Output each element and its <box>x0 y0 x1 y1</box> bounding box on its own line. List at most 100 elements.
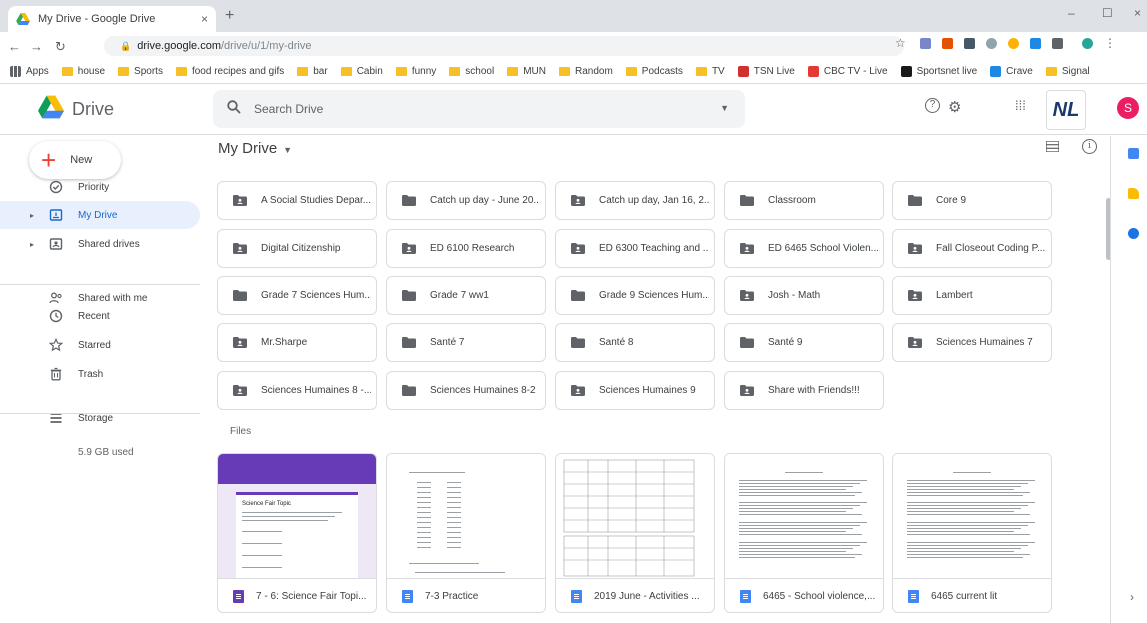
bookmark-item[interactable]: Cabin <box>340 66 383 77</box>
bookmark-star-icon[interactable]: ☆ <box>895 36 906 50</box>
thumbnail-text-line <box>242 543 282 544</box>
folder-item[interactable]: Share with Friends!!! <box>724 371 884 410</box>
new-tab-button[interactable]: + <box>225 7 234 25</box>
bookmark-item[interactable]: Crave <box>990 66 1033 77</box>
bookmark-item[interactable]: Random <box>558 66 613 77</box>
bookmark-item[interactable]: TV <box>695 66 725 77</box>
drive-logo-text[interactable]: Drive <box>72 99 114 120</box>
tasks-icon[interactable] <box>1128 228 1139 239</box>
folder-item[interactable]: Josh - Math <box>724 276 884 315</box>
profile-icon[interactable] <box>1082 37 1093 49</box>
info-icon[interactable]: i <box>1082 139 1097 154</box>
folder-item[interactable]: ED 6100 Research <box>386 229 546 268</box>
keep-icon[interactable] <box>1128 188 1139 199</box>
folder-item[interactable]: Sciences Humaines 9 <box>555 371 715 410</box>
thumbnail-text-line <box>447 517 461 518</box>
thumbnail-text-line <box>907 514 1030 515</box>
folder-item[interactable]: Core 9 <box>892 181 1052 220</box>
file-card[interactable]: Science Fair Topic 7 - 6: Science Fair To… <box>217 453 377 613</box>
calendar-icon[interactable] <box>1128 148 1139 159</box>
bookmark-item[interactable]: Podcasts <box>625 66 683 77</box>
bookmark-item[interactable]: Apps <box>10 66 49 77</box>
file-card[interactable]: 2019 June - Activities ... <box>555 453 715 613</box>
search-icon[interactable] <box>227 100 241 114</box>
bookmark-item[interactable]: bar <box>297 66 328 77</box>
bookmark-item[interactable]: food recipes and gifs <box>175 66 284 77</box>
folder-item[interactable]: Mr.Sharpe <box>217 323 377 362</box>
bookmark-item[interactable]: school <box>449 66 494 77</box>
page-title[interactable]: My Drive ▼ <box>218 140 292 157</box>
tab-close-icon[interactable]: × <box>201 12 208 26</box>
browser-menu-icon[interactable]: ⋮ <box>1104 36 1116 50</box>
help-icon[interactable]: ? <box>925 98 940 113</box>
sidebar-item-my-drive[interactable]: ▸ My Drive <box>0 201 200 229</box>
extension-icon[interactable] <box>942 37 953 49</box>
folder-item[interactable]: Digital Citizenship <box>217 229 377 268</box>
avatar[interactable]: S <box>1117 97 1139 119</box>
sidebar-item-storage[interactable]: Storage <box>0 404 200 432</box>
organization-logo[interactable]: NL <box>1046 90 1086 130</box>
folder-item[interactable]: Sciences Humaines 7 <box>892 323 1052 362</box>
bookmark-item[interactable]: Signal <box>1045 66 1090 77</box>
search-bar[interactable]: Search Drive ▼ <box>213 90 745 128</box>
folder-item[interactable]: ED 6300 Teaching and ... <box>555 229 715 268</box>
file-card[interactable]: 7-3 Practice <box>386 453 546 613</box>
sidebar-item-trash[interactable]: Trash <box>0 360 200 388</box>
folder-item[interactable]: Sciences Humaines 8 -... <box>217 371 377 410</box>
reload-icon[interactable]: ↻ <box>55 39 66 55</box>
folder-item[interactable]: Grade 9 Sciences Hum... <box>555 276 715 315</box>
settings-gear-icon[interactable]: ⚙ <box>948 98 961 116</box>
drive-favicon-icon <box>16 13 30 25</box>
apps-icon <box>10 66 21 77</box>
bookmark-item[interactable]: Sports <box>118 66 163 77</box>
extension-icon[interactable] <box>964 37 975 49</box>
folder-item[interactable]: Santé 9 <box>724 323 884 362</box>
file-card[interactable]: 6465 current lit <box>892 453 1052 613</box>
folder-item[interactable]: Classroom <box>724 181 884 220</box>
sidebar-item-priority[interactable]: Priority <box>0 173 200 201</box>
bookmark-item[interactable]: house <box>61 66 105 77</box>
folder-item[interactable]: Catch up day, Jan 16, 2... <box>555 181 715 220</box>
folder-item[interactable]: Santé 8 <box>555 323 715 362</box>
browser-tab[interactable]: My Drive - Google Drive × <box>8 6 216 32</box>
sidebar-item-shared-drives[interactable]: ▸ Shared drives <box>0 230 200 258</box>
bookmark-item[interactable]: TSN Live <box>737 66 795 77</box>
extension-icon[interactable] <box>1008 37 1019 49</box>
bookmark-item[interactable]: CBC TV - Live <box>807 66 888 77</box>
forward-icon[interactable]: → <box>30 39 43 54</box>
bookmark-item[interactable]: funny <box>395 66 436 77</box>
folder-item[interactable]: Fall Closeout Coding P... <box>892 229 1052 268</box>
minimize-button[interactable]: – <box>1068 6 1075 20</box>
folder-icon <box>233 290 247 301</box>
apps-grid-icon[interactable]: ⁞⁞⁞ <box>1015 98 1026 113</box>
folder-item[interactable]: Lambert <box>892 276 1052 315</box>
bookmark-item[interactable]: Sportsnet live <box>900 66 977 77</box>
close-window-button[interactable]: × <box>1134 6 1141 20</box>
sidebar-item-recent[interactable]: Recent <box>0 302 200 330</box>
folder-item[interactable]: A Social Studies Depar... <box>217 181 377 220</box>
chevron-right-icon[interactable]: › <box>1130 590 1134 604</box>
thumbnail-text-line <box>907 548 1021 549</box>
maximize-button[interactable]: ☐ <box>1102 6 1113 20</box>
folder-item[interactable]: Santé 7 <box>386 323 546 362</box>
extension-icon[interactable] <box>1030 37 1041 49</box>
folder-item[interactable]: Grade 7 ww1 <box>386 276 546 315</box>
search-options-icon[interactable]: ▼ <box>720 103 729 113</box>
back-icon[interactable]: ← <box>8 39 21 54</box>
file-card[interactable]: 6465 - School violence,... <box>724 453 884 613</box>
expand-caret-icon[interactable]: ▸ <box>30 240 34 249</box>
extension-icon[interactable] <box>1052 37 1063 49</box>
folder-item[interactable]: ED 6465 School Violen... <box>724 229 884 268</box>
sidebar-item-starred[interactable]: Starred <box>0 331 200 359</box>
extension-icon[interactable] <box>986 37 997 49</box>
expand-caret-icon[interactable]: ▸ <box>30 211 34 220</box>
url-bar[interactable]: 🔒 drive.google.com/drive/u/1/my-drive <box>104 36 904 56</box>
folder-item[interactable]: Catch up day - June 20... <box>386 181 546 220</box>
list-view-icon[interactable] <box>1046 141 1059 152</box>
search-input[interactable]: Search Drive <box>254 102 323 116</box>
extension-icon[interactable] <box>920 37 931 49</box>
folder-item[interactable]: Sciences Humaines 8-2 <box>386 371 546 410</box>
bookmark-item[interactable]: MUN <box>507 66 546 77</box>
folder-item[interactable]: Grade 7 Sciences Hum... <box>217 276 377 315</box>
drive-logo-icon[interactable] <box>38 95 64 119</box>
